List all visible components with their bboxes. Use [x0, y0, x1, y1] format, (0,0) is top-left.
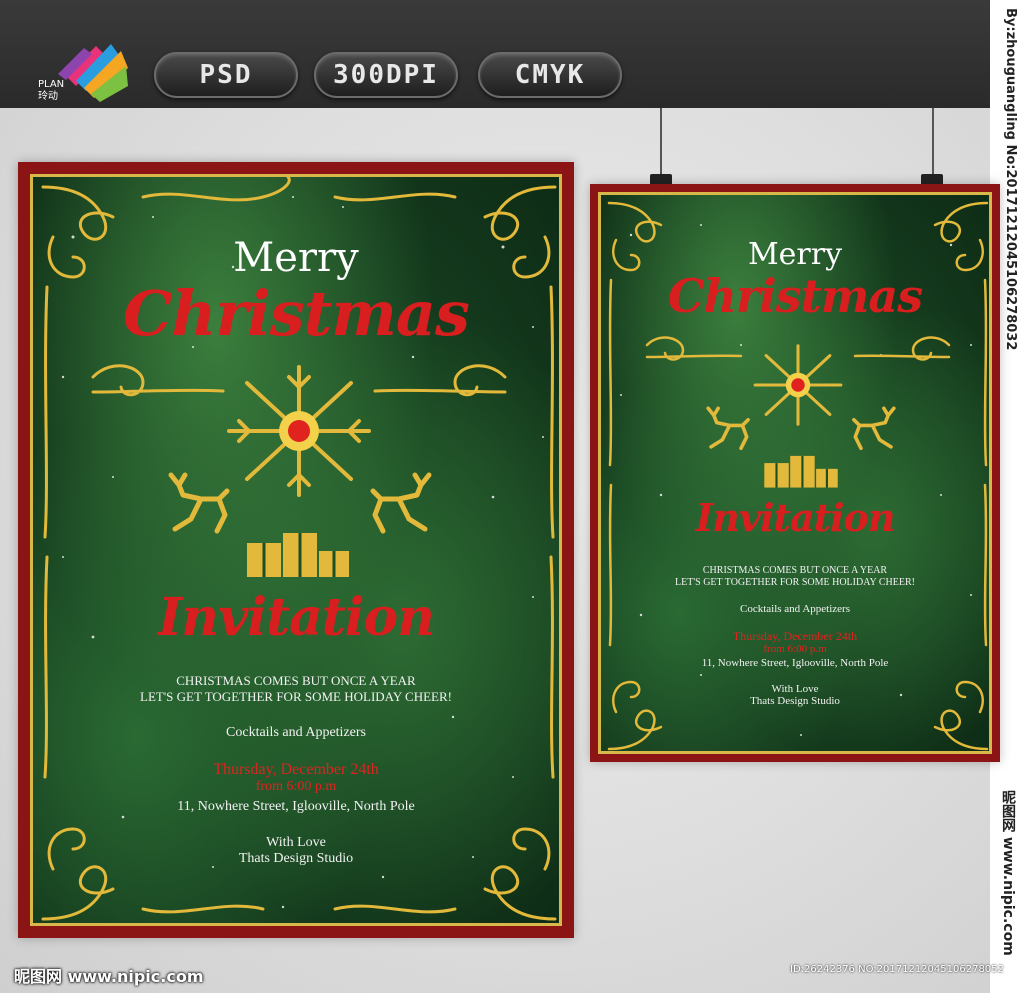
tagline-2-small: LET'S GET TOGETHER FOR SOME HOLIDAY CHEE…	[675, 577, 915, 588]
badge-cmyk: CMYK	[478, 52, 622, 98]
site-watermark: 昵图网 www.nipic.com	[1000, 790, 1016, 956]
tagline-1: CHRISTMAS COMES BUT ONCE A YEAR	[176, 673, 416, 688]
event-address-small: 11, Nowhere Street, Iglooville, North Po…	[701, 657, 889, 669]
badge-psd: PSD	[154, 52, 298, 98]
nipic-watermark: 昵图网 www.nipic.com	[14, 967, 204, 986]
menu-text-small: Cocktails and Appetizers	[740, 603, 850, 615]
reindeer-left-icon	[168, 472, 230, 534]
gift-boxes-icon	[247, 533, 349, 577]
invitation-title: Invitation	[157, 587, 435, 648]
event-date: Thursday, December 24th	[213, 761, 379, 778]
event-address: 11, Nowhere Street, Iglooville, North Po…	[177, 799, 415, 814]
event-time-small: from 6:00 p.m	[763, 643, 827, 655]
image-id-watermark: ID:26242376 NO:20171212045106278052	[790, 964, 1004, 975]
poster-large: Merry Christmas Invitation CHRISTMAS COM…	[18, 162, 574, 938]
invitation-title-small: Invitation	[695, 495, 895, 540]
signoff-small: With Love	[771, 683, 819, 695]
merry-text: Merry	[233, 235, 359, 281]
reindeer-right-icon	[370, 472, 432, 534]
tagline-2: LET'S GET TOGETHER FOR SOME HOLIDAY CHEE…	[140, 689, 452, 704]
studio-name: Thats Design Studio	[238, 851, 354, 866]
reindeer-right-icon	[852, 406, 896, 451]
logo-text-cn: 玲动	[38, 91, 58, 102]
snowflake-icon	[227, 365, 371, 497]
tagline-1-small: CHRISTMAS COMES BUT ONCE A YEAR	[702, 565, 888, 576]
logo-text: PLAN	[38, 79, 65, 90]
studio-name-small: Thats Design Studio	[750, 695, 840, 707]
hanging-wire	[660, 108, 662, 178]
reindeer-left-icon	[706, 406, 750, 451]
snowflake-icon	[753, 344, 843, 426]
gift-boxes-icon	[764, 455, 838, 488]
hanging-wire	[932, 108, 934, 178]
event-date-small: Thursday, December 24th	[732, 629, 858, 643]
menu-text: Cocktails and Appetizers	[226, 725, 366, 740]
merry-text-small: Merry	[747, 237, 843, 272]
event-time: from 6:00 p.m	[255, 779, 337, 794]
badge-dpi: 300DPI	[314, 52, 458, 98]
signoff: With Love	[266, 835, 326, 850]
poster-small: Merry Christmas Invitation CHRISTMAS COM…	[590, 184, 1000, 762]
christmas-title: Christmas	[123, 277, 470, 350]
top-bar: PLAN 玲动 PSD 300DPI CMYK	[0, 0, 990, 108]
christmas-title-small: Christmas	[667, 269, 923, 323]
